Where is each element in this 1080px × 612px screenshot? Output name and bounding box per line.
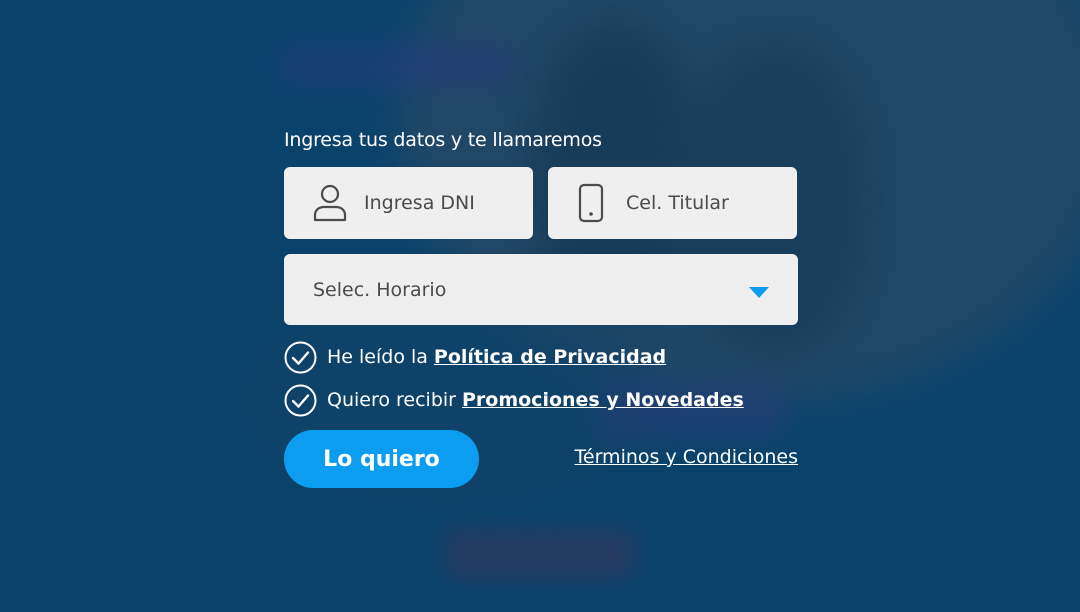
promotions-consent: Quiero recibir Promociones y Novedades [284, 383, 744, 417]
terms-conditions-link[interactable]: Términos y Condiciones [575, 446, 798, 468]
check-circle-icon[interactable] [284, 384, 317, 417]
phone-input[interactable]: Cel. Titular [548, 167, 797, 239]
promotions-label: Quiero recibir [327, 389, 456, 411]
form-title: Ingresa tus datos y te llamaremos [284, 129, 602, 151]
smartphone-icon [578, 183, 604, 223]
user-icon [312, 183, 348, 223]
promotions-link[interactable]: Promociones y Novedades [462, 389, 744, 411]
check-circle-icon[interactable] [284, 341, 317, 374]
privacy-consent: He leído la Política de Privacidad [284, 340, 666, 374]
input-row: Ingresa DNI Cel. Titular [284, 167, 798, 239]
dni-input[interactable]: Ingresa DNI [284, 167, 533, 239]
submit-button[interactable]: Lo quiero [284, 430, 479, 488]
privacy-policy-link[interactable]: Política de Privacidad [434, 346, 666, 368]
schedule-select[interactable]: Selec. Horario [284, 254, 798, 325]
phone-placeholder: Cel. Titular [626, 192, 729, 214]
schedule-selected-value: Selec. Horario [313, 278, 447, 301]
caret-down-icon [748, 283, 770, 298]
dni-placeholder: Ingresa DNI [364, 192, 475, 214]
privacy-label: He leído la [327, 346, 428, 368]
callback-form: Ingresa tus datos y te llamaremos Ingres… [284, 120, 798, 488]
